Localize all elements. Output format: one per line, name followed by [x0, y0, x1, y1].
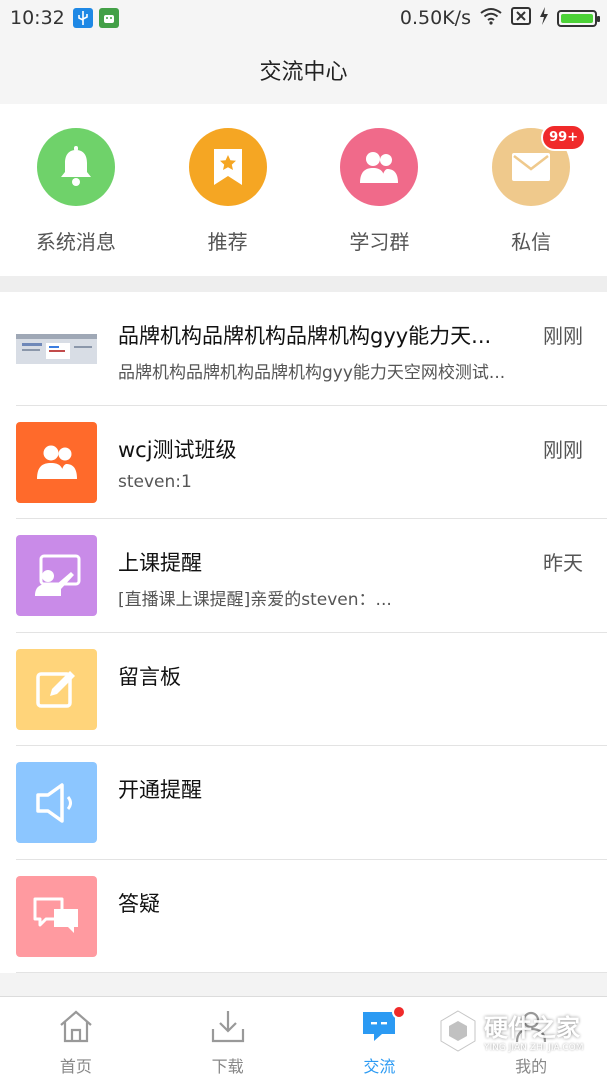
quick-label: 私信	[511, 230, 552, 254]
list-item[interactable]: 答疑	[0, 860, 607, 973]
list-item[interactable]: 留言板	[0, 633, 607, 746]
watermark-text-block: 硬件之家 YING JIAN ZHI JIA.COM	[484, 1008, 584, 1053]
quick-label: 学习群	[349, 230, 410, 254]
tab-label: 交流	[363, 1057, 396, 1076]
watermark-text: 硬件之家	[484, 1014, 580, 1042]
item-title: wcj测试班级	[118, 437, 237, 462]
list-item[interactable]: 上课提醒 [直播课上课提醒]亲爱的steven：... 昨天	[0, 519, 607, 633]
item-subtitle: steven:1	[118, 471, 192, 492]
hexagon-logo-icon	[440, 1009, 476, 1052]
quick-label: 系统消息	[35, 230, 116, 254]
tab-messages[interactable]: 交流	[304, 997, 456, 1080]
network-speed: 0.50K/s	[399, 7, 471, 29]
item-time: 昨天	[543, 551, 583, 575]
item-subtitle: 品牌机构品牌机构品牌机构gyy能力天空网校测试...	[118, 363, 506, 383]
charging-icon	[539, 6, 549, 30]
unread-badge: 99+	[541, 124, 587, 151]
item-subtitle: [直播课上课提醒]亲爱的steven：...	[118, 590, 392, 610]
item-title: 上课提醒	[118, 551, 202, 575]
tab-label: 首页	[59, 1057, 92, 1076]
status-time: 10:32	[10, 7, 65, 29]
android-icon	[98, 8, 119, 28]
item-title: 开通提醒	[118, 778, 202, 802]
quick-system-messages[interactable]: 系统消息	[0, 104, 152, 276]
note-edit-icon	[16, 648, 97, 730]
list-item[interactable]: 开通提醒	[0, 746, 607, 860]
battery-icon	[557, 9, 600, 27]
quick-private-messages[interactable]: 99+ 私信	[455, 104, 607, 276]
item-time: 刚刚	[543, 324, 583, 348]
screenshot-thumbnail	[16, 308, 97, 389]
list-item[interactable]: wcj测试班级 steven:1 刚刚	[0, 406, 607, 519]
tab-label: 下载	[211, 1057, 244, 1076]
group-icon	[16, 421, 97, 503]
conversation-list: 品牌机构品牌机构品牌机构gyy能力天... 品牌机构品牌机构品牌机构gyy能力天…	[0, 292, 607, 973]
quick-entries: 系统消息 推荐 学习群 99+ 私信	[0, 104, 607, 276]
header: 交流中心	[0, 36, 607, 104]
wifi-icon	[479, 7, 503, 30]
watermark-subtext: YING JIAN ZHI JIA.COM	[484, 1043, 584, 1053]
tab-home[interactable]: 首页	[0, 997, 152, 1080]
quick-recommend[interactable]: 推荐	[152, 104, 304, 276]
teacher-board-icon	[16, 535, 97, 616]
item-title: 留言板	[118, 664, 181, 689]
mail-icon: 99+	[492, 124, 587, 206]
download-icon	[210, 1009, 246, 1047]
tab-download[interactable]: 下载	[152, 997, 304, 1080]
list-item[interactable]: 品牌机构品牌机构品牌机构gyy能力天... 品牌机构品牌机构品牌机构gyy能力天…	[0, 292, 607, 406]
unread-dot	[391, 1005, 406, 1019]
home-icon	[58, 1009, 94, 1047]
section-divider	[0, 276, 607, 292]
page-title: 交流中心	[259, 60, 348, 85]
item-title: 答疑	[118, 891, 160, 916]
tab-label: 我的	[515, 1057, 548, 1076]
quick-label: 推荐	[207, 230, 248, 254]
no-sim-icon	[511, 6, 531, 30]
item-title: 品牌机构品牌机构品牌机构gyy能力天...	[118, 324, 492, 348]
quick-study-groups[interactable]: 学习群	[304, 104, 456, 276]
divider	[16, 972, 607, 973]
bookmark-star-icon	[188, 128, 267, 206]
bell-icon	[36, 128, 115, 206]
speaker-icon	[16, 762, 97, 843]
item-time: 刚刚	[543, 437, 583, 462]
usb-icon	[72, 8, 93, 28]
status-bar: 10:32 0.50K/s	[0, 0, 607, 36]
group-icon	[340, 128, 419, 206]
watermark-logo: 硬件之家 YING JIAN ZHI JIA.COM	[438, 1008, 584, 1053]
chat-bubbles-icon	[16, 875, 97, 957]
